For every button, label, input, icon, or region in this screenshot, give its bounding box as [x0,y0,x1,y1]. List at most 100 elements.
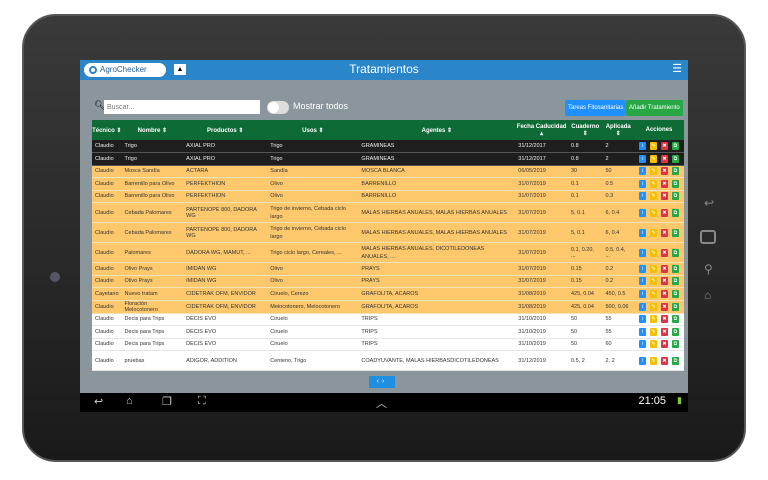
chevron-up-icon[interactable]: ︿ [376,395,387,411]
hw-home-button[interactable] [700,230,716,244]
next-page-button[interactable]: › [382,378,387,385]
edit-icon[interactable]: ✎ [649,340,657,349]
recent-apps-icon[interactable]: ❐ [162,395,172,408]
table-row[interactable]: Claudio Decis para Trips DECIS EVO Ciruelo T… [92,325,684,339]
copy-icon[interactable]: ⧉ [671,356,679,365]
column-header[interactable]: Aplicada ⇕ [602,120,634,140]
table-row[interactable]: Claudio Barrenillo para Olivo PERFEKTHION O… [92,190,684,203]
edit-icon[interactable]: ✎ [649,356,657,365]
edit-icon[interactable]: ✎ [649,208,657,217]
copy-icon[interactable]: ⧉ [671,315,679,324]
edit-icon[interactable]: ✎ [649,167,657,176]
info-icon[interactable]: i [638,327,646,336]
column-header[interactable]: Cuaderno ⇕ [568,120,603,140]
table-row[interactable]: Claudio Cebada Palomares PARTENOPE 800, DA… [92,222,684,243]
copy-icon[interactable]: ⧉ [671,154,679,163]
delete-icon[interactable]: ✖ [660,277,668,286]
edit-icon[interactable]: ✎ [649,228,657,237]
table-row[interactable]: Claudio pruebas ADIGOR, ADDITION Centeno, T… [92,350,684,371]
copy-icon[interactable]: ⧉ [671,248,679,257]
edit-icon[interactable]: ✎ [649,142,657,150]
delete-icon[interactable]: ✖ [660,154,668,163]
table-row[interactable]: Claudio Olivo Prays IMIDAN WG Olivo PRAYS 31/… [92,262,684,276]
delete-icon[interactable]: ✖ [660,179,668,188]
table-row[interactable]: Claudio Trigo AXIAL PRO Trigo GRAMINEAS 31/12… [92,152,684,166]
delete-icon[interactable]: ✖ [660,340,668,349]
column-header[interactable]: Agentes ⇕ [358,120,516,140]
info-icon[interactable]: i [638,356,646,365]
edit-icon[interactable]: ✎ [649,154,657,163]
delete-icon[interactable]: ✖ [660,302,668,311]
hw-back-icon[interactable]: ↩ [704,196,714,210]
home-icon[interactable]: ⌂ [126,395,133,407]
table-row[interactable]: Claudio Barrenillo para Olivo PERFEKTHION O… [92,177,684,191]
delete-icon[interactable]: ✖ [660,315,668,324]
copy-icon[interactable]: ⧉ [671,340,679,349]
copy-icon[interactable]: ⧉ [671,264,679,273]
hw-house-icon[interactable]: ⌂ [704,288,711,302]
edit-icon[interactable]: ✎ [649,315,657,324]
info-icon[interactable]: i [638,142,646,150]
back-icon[interactable]: ↩ [94,395,103,408]
anadir-tratamiento-button[interactable]: Añadir Tratamiento [626,100,683,116]
table-row[interactable]: Claudio Cebada Palomares PARTENOPE 800, DA… [92,202,684,223]
edit-icon[interactable]: ✎ [649,327,657,336]
copy-icon[interactable]: ⧉ [671,302,679,311]
copy-icon[interactable]: ⧉ [671,277,679,286]
info-icon[interactable]: i [638,154,646,163]
edit-icon[interactable]: ✎ [649,264,657,273]
edit-icon[interactable]: ✎ [649,192,657,201]
table-row[interactable]: Claudio Olivo Prays IMIDAN WG Olivo PRAYS 31/… [92,275,684,288]
copy-icon[interactable]: ⧉ [671,192,679,201]
delete-icon[interactable]: ✖ [660,264,668,273]
edit-icon[interactable]: ✎ [649,289,657,298]
edit-icon[interactable]: ✎ [649,248,657,257]
column-header[interactable]: Técnico ⇕ [92,120,122,140]
info-icon[interactable]: i [638,192,646,201]
info-icon[interactable]: i [638,289,646,298]
screenshot-icon[interactable]: ⛶ [198,395,206,408]
table-row[interactable]: Claudio Palomares DADORA WG, MAMUT, ... Tri… [92,242,684,263]
info-icon[interactable]: i [638,208,646,217]
delete-icon[interactable]: ✖ [660,208,668,217]
mostrar-todos-toggle[interactable] [267,101,289,114]
table-row[interactable]: Claudio Mosca Sandía ACTARA Sandía MOSCA BLA… [92,165,684,178]
delete-icon[interactable]: ✖ [660,356,668,365]
delete-icon[interactable]: ✖ [660,289,668,298]
hw-search-icon[interactable]: ⚲ [704,262,713,276]
copy-icon[interactable]: ⧉ [671,167,679,176]
info-icon[interactable]: i [638,179,646,188]
table-row[interactable]: Cayetano Nuevo tratam CIDETRAK OFM, ENVIDO… [92,287,684,301]
info-icon[interactable]: i [638,340,646,349]
hamburger-icon[interactable]: ☰ [672,62,682,75]
info-icon[interactable]: i [638,167,646,176]
column-header[interactable]: Productos ⇕ [183,120,268,140]
copy-icon[interactable]: ⧉ [671,179,679,188]
column-header[interactable]: Usos ⇕ [267,120,359,140]
copy-icon[interactable]: ⧉ [671,228,679,237]
info-icon[interactable]: i [638,264,646,273]
copy-icon[interactable]: ⧉ [671,327,679,336]
info-icon[interactable]: i [638,315,646,324]
delete-icon[interactable]: ✖ [660,248,668,257]
table-row[interactable]: Claudio Decis para Trips DECIS EVO Ciruelo T… [92,338,684,351]
delete-icon[interactable]: ✖ [660,228,668,237]
delete-icon[interactable]: ✖ [660,167,668,176]
info-icon[interactable]: i [638,228,646,237]
copy-icon[interactable]: ⧉ [671,208,679,217]
column-header[interactable]: Nombre ⇕ [121,120,184,140]
tareas-fitosanitarias-button[interactable]: Tareas Fitosanitarias [565,100,627,116]
delete-icon[interactable]: ✖ [660,327,668,336]
copy-icon[interactable]: ⧉ [671,142,679,150]
delete-icon[interactable]: ✖ [660,142,668,150]
table-row[interactable]: Claudio Floración Melocotonero CIDETRAK OF… [92,300,684,314]
column-header[interactable]: Fecha Caducidad ▴ [515,120,568,140]
copy-icon[interactable]: ⧉ [671,289,679,298]
info-icon[interactable]: i [638,248,646,257]
table-row[interactable]: Claudio Trigo AXIAL PRO Trigo GRAMINEAS 31/12… [92,140,684,153]
delete-icon[interactable]: ✖ [660,192,668,201]
edit-icon[interactable]: ✎ [649,179,657,188]
search-input[interactable] [104,100,260,114]
table-row[interactable]: Claudio Decis para Trips DECIS EVO Ciruelo T… [92,313,684,326]
edit-icon[interactable]: ✎ [649,302,657,311]
